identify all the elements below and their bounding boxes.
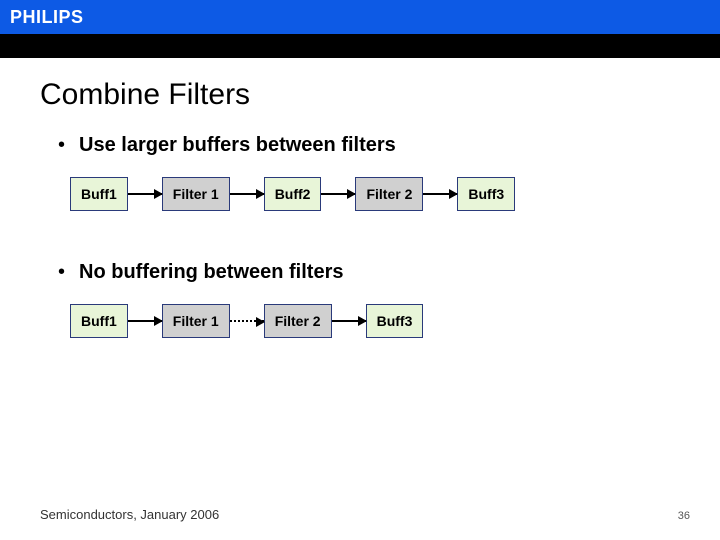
box-buff2: Buff2: [264, 177, 322, 211]
box-buff3: Buff3: [366, 304, 424, 338]
box-filter2: Filter 2: [355, 177, 423, 211]
slide: PHILIPS Combine Filters Use larger buffe…: [0, 0, 720, 540]
footer-text: Semiconductors, January 2006: [40, 507, 219, 522]
bullet-no-buffering: No buffering between filters: [58, 261, 680, 284]
arrow-icon: [321, 193, 355, 195]
box-filter1: Filter 1: [162, 177, 230, 211]
box-buff3: Buff3: [457, 177, 515, 211]
arrow-icon: [423, 193, 457, 195]
header-bar: PHILIPS: [0, 0, 720, 34]
arrow-icon: [128, 193, 162, 195]
dotted-arrow-icon: [230, 320, 264, 322]
box-filter2: Filter 2: [264, 304, 332, 338]
arrow-icon: [332, 320, 366, 322]
page-number: 36: [678, 510, 690, 522]
box-buff1: Buff1: [70, 304, 128, 338]
slide-title: Combine Filters: [40, 78, 680, 112]
box-filter1: Filter 1: [162, 304, 230, 338]
box-buff1: Buff1: [70, 177, 128, 211]
footer: Semiconductors, January 2006 36: [40, 507, 690, 522]
diagram-no-buffers: Buff1 Filter 1 Filter 2 Buff3: [70, 304, 680, 338]
black-bar: [0, 34, 720, 58]
arrow-icon: [230, 193, 264, 195]
content-area: Combine Filters Use larger buffers betwe…: [0, 58, 720, 338]
diagram-with-buffers: Buff1 Filter 1 Buff2 Filter 2 Buff3: [70, 177, 680, 211]
bullet-larger-buffers: Use larger buffers between filters: [58, 134, 680, 157]
philips-logo: PHILIPS: [10, 7, 84, 28]
arrow-icon: [128, 320, 162, 322]
